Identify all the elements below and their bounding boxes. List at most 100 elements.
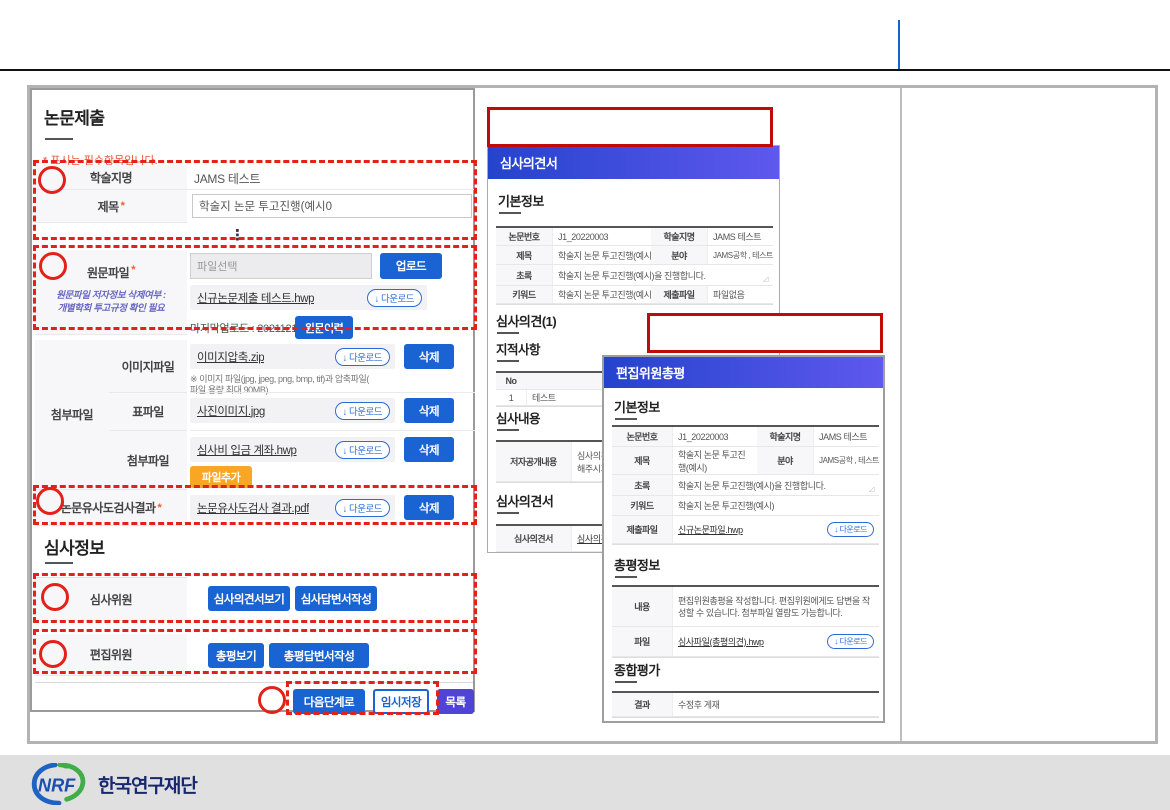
attach-delete-button[interactable]: 삭제 — [404, 437, 454, 462]
download-pill[interactable]: ↓ 다운로드 — [335, 402, 390, 420]
row-separator — [190, 430, 475, 431]
title-label: 제목* — [35, 190, 187, 223]
table-file-link[interactable]: 사진이미지.jpg — [197, 403, 265, 419]
abstract-label: 초록 — [612, 475, 672, 495]
section-underline — [615, 576, 637, 578]
title-value: 학술지 논문 투고진행(예시) — [672, 447, 757, 474]
nrf-logo-icon: NRF — [30, 763, 88, 805]
footer-separator — [35, 682, 473, 683]
similarity-delete-button[interactable]: 삭제 — [404, 495, 454, 520]
paper-no-label: 논문번호 — [612, 427, 672, 446]
title-value: 학술지 논문 투고진행(예시) — [552, 246, 651, 264]
submission-panel: 논문제출 * 표시는 필수항목입니다. 학술지명 JAMS 테스트 제목* ⋮ … — [30, 88, 475, 712]
attach-file-label: 첨부파일 — [109, 431, 187, 490]
editor-label: 편집위원 — [35, 634, 187, 676]
add-file-button[interactable]: 파일추가 — [190, 466, 252, 488]
title-label: 제목 — [496, 246, 552, 264]
chief-summary-panel: 편집위원총평 기본정보 논문번호 J1_20220003 학술지명 JAMS 테… — [602, 355, 885, 723]
submit-file-link[interactable]: 신규논문파일.hwp — [678, 523, 743, 536]
basic-info-title: 기본정보 — [498, 191, 544, 210]
title-label: 제목 — [612, 447, 672, 474]
image-file-link[interactable]: 이미지압축.zip — [197, 349, 264, 365]
review-info-title: 심사정보 — [44, 534, 105, 559]
page-title: 논문제출 — [44, 104, 105, 129]
summary-table: 내용 편집위원총평을 작성합니다. 편집위원에게도 답변을 작성할 수 있습니다… — [612, 585, 879, 658]
journal-value: JAMS 테스트 — [707, 228, 773, 245]
similarity-label: 논문유사도검사결과* — [35, 490, 187, 526]
original-file-link[interactable]: 신규논문제출 테스트.hwp — [197, 290, 314, 306]
review-basic-table: 논문번호 J1_20220003 학술지명 JAMS 테스트 제목 학술지 논문… — [496, 226, 773, 305]
keyword-label: 키워드 — [612, 496, 672, 515]
top-divider-line — [0, 69, 1170, 71]
table-delete-button[interactable]: 삭제 — [404, 398, 454, 423]
required-asterisk: * — [121, 200, 125, 212]
row-separator — [187, 189, 475, 190]
paper-no-label: 논문번호 — [496, 228, 552, 245]
next-step-button[interactable]: 다음단계로 — [293, 689, 365, 714]
summary-file-label: 파일 — [612, 627, 672, 656]
write-review-reply-button[interactable]: 심사답변서작성 — [295, 586, 377, 611]
download-pill[interactable]: ↓ 다운로드 — [827, 522, 874, 537]
original-history-button[interactable]: 원문이력 — [295, 316, 353, 339]
list-button[interactable]: 목록 — [437, 689, 474, 714]
summary-file-link[interactable]: 심사파일(총평의견).hwp — [678, 635, 764, 648]
org-name: 한국연구재단 — [98, 771, 197, 798]
title-input[interactable] — [192, 194, 472, 218]
original-file-label-cell: 원문파일* 원문파일 저자정보 삭제여부 : 개별학회 투고규정 확인 필요 — [35, 250, 187, 335]
image-delete-button[interactable]: 삭제 — [404, 344, 454, 369]
keyword-value: 학술지 논문 투고진행(예시) — [672, 496, 879, 515]
submit-file-label: 제출파일 — [612, 516, 672, 543]
section-underline — [497, 429, 519, 431]
section-underline — [499, 212, 521, 214]
download-pill[interactable]: ↓ 다운로드 — [335, 499, 390, 517]
title-underline — [45, 138, 73, 140]
download-pill[interactable]: ↓ 다운로드 — [367, 289, 422, 307]
original-file-bar: 신규논문제출 테스트.hwp ↓ 다운로드 — [190, 285, 427, 310]
title-underline — [45, 562, 73, 564]
chief-basic-table: 논문번호 J1_20220003 학술지명 JAMS 테스트 제목 학술지 논문… — [612, 425, 879, 545]
similarity-file-link[interactable]: 논문유사도검사 결과.pdf — [197, 500, 309, 516]
section-underline — [615, 418, 637, 420]
paper-no-value: J1_20220003 — [672, 427, 757, 446]
required-asterisk: * — [131, 264, 135, 276]
view-review-opinion-button[interactable]: 심사의견서보기 — [208, 586, 290, 611]
content-frame-divider — [900, 88, 902, 741]
collapsed-rows-ellipsis: ⋮ — [230, 226, 245, 244]
submit-file-cell: 신규논문파일.hwp ↓ 다운로드 — [672, 516, 879, 543]
table-file-bar: 사진이미지.jpg ↓ 다운로드 — [190, 398, 395, 423]
section-underline — [615, 681, 637, 683]
attachments-group-label: 첨부파일 — [35, 340, 109, 490]
callout-box-top — [487, 107, 773, 147]
section-underline — [497, 332, 519, 334]
overall-eval-title: 종합평가 — [614, 660, 660, 679]
original-file-label: 원문파일* — [87, 264, 135, 281]
field-value: JAMS공학 , 테스트공학 — [707, 246, 773, 264]
section-underline — [497, 512, 519, 514]
resize-handle-icon: ◿ — [763, 275, 768, 283]
attach-file-link[interactable]: 심사비 입금 계좌.hwp — [197, 442, 297, 458]
opinion-doc-label: 심사의견서 — [496, 526, 571, 551]
opinion-title: 심사의견(1) — [496, 311, 556, 330]
chief-panel-header: 편집위원총평 — [604, 357, 883, 388]
callout-box-middle — [647, 313, 883, 353]
last-upload-text: 마지막업로드 : 20211214 — [190, 320, 303, 336]
summary-content-label: 내용 — [612, 587, 672, 626]
temp-save-button[interactable]: 임시저장 — [373, 689, 429, 714]
file-select-field[interactable]: 파일선택 — [190, 253, 372, 279]
review-panel-header: 심사의견서 — [488, 146, 779, 179]
original-file-note-1: 원문파일 저자정보 삭제여부 : — [56, 289, 166, 302]
download-pill[interactable]: ↓ 다운로드 — [335, 441, 390, 459]
row-separator — [190, 392, 475, 393]
defect-row-no: 1 — [496, 390, 526, 405]
original-file-note-2: 개별학회 투고규정 확인 필요 — [58, 302, 165, 315]
download-pill[interactable]: ↓ 다운로드 — [827, 634, 874, 649]
eval-table: 결과 수정후 게재 — [612, 691, 879, 718]
upload-button[interactable]: 업로드 — [380, 253, 442, 279]
submit-file-label: 제출파일 — [651, 286, 707, 303]
download-pill[interactable]: ↓ 다운로드 — [335, 348, 390, 366]
write-summary-reply-button[interactable]: 총평답변서작성 — [269, 643, 369, 668]
content-title: 심사내용 — [496, 408, 540, 427]
nrf-logo: NRF 한국연구재단 — [30, 763, 197, 805]
journal-value: JAMS 테스트 — [813, 427, 879, 446]
view-summary-button[interactable]: 총평보기 — [208, 643, 264, 668]
